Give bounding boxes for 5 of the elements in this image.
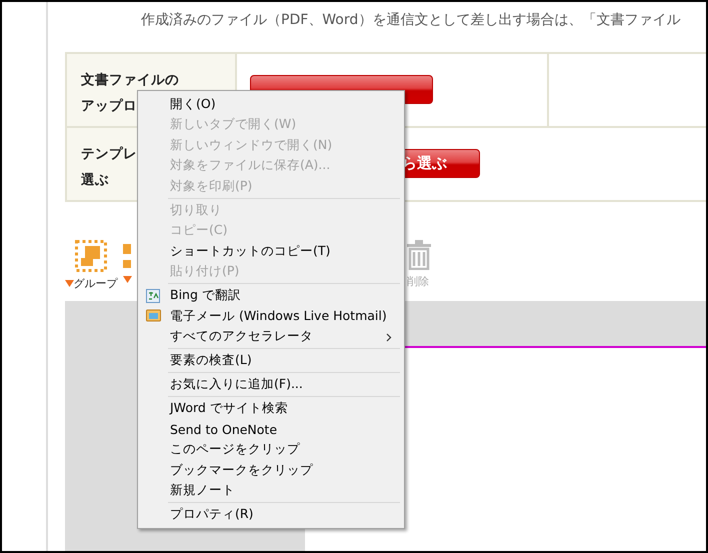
intro-text: 作成済みのファイル（PDF、Word）を通信文として差し出す場合は、「文書ファイル: [140, 11, 682, 30]
row-label: テンプレ: [81, 145, 137, 164]
row-label: 文書ファイルの: [81, 71, 179, 90]
row-label: アップロ: [81, 97, 137, 116]
row-label: 選ぶ: [81, 171, 109, 190]
